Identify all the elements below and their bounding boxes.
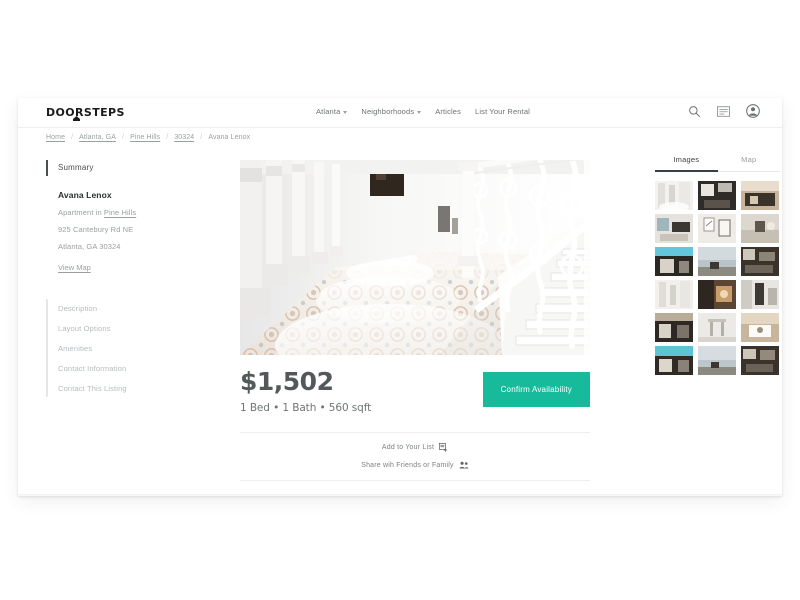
- nav-item-list-your-rental[interactable]: List Your Rental: [475, 107, 530, 116]
- listing-title: Avana Lenox: [58, 190, 112, 200]
- account-icon[interactable]: [746, 104, 760, 118]
- sidebar-item-amenities[interactable]: Amenities: [58, 339, 216, 359]
- breadcrumb-item-home[interactable]: Home: [46, 134, 65, 141]
- summary-section: Summary Avana Lenox Apartment in Pine Hi…: [46, 160, 216, 275]
- apartment-neighborhood-line: Apartment in Pine Hills: [58, 208, 216, 217]
- nav-label: List Your Rental: [475, 107, 530, 116]
- sidebar-item-summary[interactable]: Summary: [58, 160, 216, 176]
- add-to-list-link[interactable]: Add to Your List: [382, 443, 448, 452]
- chevron-down-icon: [343, 111, 348, 114]
- breadcrumb-separator: /: [166, 134, 169, 141]
- breadcrumb-item-atlanta-ga[interactable]: Atlanta, GA: [79, 134, 116, 141]
- hero-image[interactable]: [240, 160, 590, 355]
- main-navigation: Atlanta Neighborhoods Articles List Your…: [316, 107, 530, 116]
- thumbnail-item[interactable]: [655, 247, 693, 276]
- thumbnail-item[interactable]: [655, 181, 693, 210]
- thumbnail-item[interactable]: [741, 313, 779, 342]
- listing-main-column: $1,502 1 Bed • 1 Bath • 560 sqft Confirm…: [240, 160, 590, 481]
- sidebar-item-contact-this-listing[interactable]: Contact This Listing: [58, 379, 216, 399]
- people-share-icon: [459, 461, 469, 469]
- thumbnail-item[interactable]: [655, 280, 693, 309]
- price-and-cta-row: $1,502 1 Bed • 1 Bath • 560 sqft Confirm…: [240, 369, 590, 414]
- city-state-zip: Atlanta, GA 30324: [58, 242, 121, 251]
- thumbnail-grid: [655, 181, 782, 375]
- nav-label: Atlanta: [316, 107, 341, 116]
- site-header: DOORSTEPS Atlanta Neighborhoods Articles…: [18, 98, 782, 128]
- nav-label: Articles: [435, 107, 462, 116]
- thumbnail-item[interactable]: [698, 280, 736, 309]
- thumbnail-item[interactable]: [741, 214, 779, 243]
- listing-specs: 1 Bed • 1 Bath • 560 sqft: [240, 402, 372, 414]
- breadcrumb-item-current: Avana Lenox: [208, 134, 251, 141]
- thumbnail-item[interactable]: [698, 346, 736, 375]
- thumbnail-item[interactable]: [698, 313, 736, 342]
- listing-actions: Add to Your List Share wih Friends or Fa…: [240, 432, 590, 481]
- apartment-prefix: Apartment in: [58, 208, 104, 217]
- listing-price: $1,502: [240, 367, 334, 396]
- listing-page-card: DOORSTEPS Atlanta Neighborhoods Articles…: [18, 98, 782, 496]
- sidebar-item-layout-options[interactable]: Layout Options: [58, 319, 216, 339]
- add-to-list-label: Add to Your List: [381, 444, 435, 451]
- thumbnail-item[interactable]: [655, 313, 693, 342]
- street-address: 925 Cantebury Rd NE: [58, 225, 134, 234]
- sidebar-item-contact-information[interactable]: Contact Information: [58, 359, 216, 379]
- search-icon[interactable]: [688, 105, 701, 118]
- listing-sidebar: Summary Avana Lenox Apartment in Pine Hi…: [46, 160, 216, 399]
- chevron-down-icon: [417, 111, 422, 114]
- thumbnail-item[interactable]: [698, 181, 736, 210]
- thumbnail-item[interactable]: [655, 346, 693, 375]
- nav-item-articles[interactable]: Articles: [435, 107, 461, 116]
- page-card-bottom-shadow: [18, 494, 782, 497]
- tab-map[interactable]: Map: [718, 155, 781, 172]
- section-nav-rail: [46, 299, 48, 397]
- list-icon[interactable]: [717, 105, 730, 117]
- nav-label: Neighborhoods: [361, 107, 415, 116]
- section-navigation: Description Layout Options Amenities Con…: [46, 299, 216, 399]
- neighborhood-link[interactable]: Pine Hills: [104, 208, 136, 217]
- nav-item-neighborhoods[interactable]: Neighborhoods: [361, 107, 422, 116]
- share-label: Share wih Friends or Family: [361, 462, 454, 469]
- add-to-list-icon: [439, 443, 448, 452]
- breadcrumb: Home / Atlanta, GA / Pine Hills / 30324 …: [46, 134, 250, 141]
- confirm-availability-button[interactable]: Confirm Availability: [482, 372, 590, 407]
- active-section-rail: [46, 160, 48, 176]
- thumbnail-item[interactable]: [741, 247, 779, 276]
- thumbnail-item[interactable]: [741, 280, 779, 309]
- site-logo[interactable]: DOORSTEPS: [46, 106, 125, 121]
- thumbnail-item[interactable]: [655, 214, 693, 243]
- breadcrumb-separator: /: [71, 134, 74, 141]
- share-link[interactable]: Share wih Friends or Family: [361, 461, 469, 470]
- tab-images[interactable]: Images: [655, 155, 718, 172]
- thumbnail-item[interactable]: [741, 346, 779, 375]
- nav-item-atlanta[interactable]: Atlanta: [316, 107, 348, 116]
- thumbnail-item[interactable]: [741, 181, 779, 210]
- site-logo-text: DOORSTEPS: [46, 106, 125, 119]
- breadcrumb-item-zip[interactable]: 30324: [174, 134, 194, 141]
- thumbnail-item[interactable]: [698, 247, 736, 276]
- gallery-tabs: Images Map: [655, 155, 780, 172]
- media-gallery: Images Map: [655, 155, 782, 375]
- breadcrumb-separator: /: [122, 134, 125, 141]
- header-icon-group: [688, 104, 760, 118]
- thumbnail-item[interactable]: [698, 214, 736, 243]
- price-block: $1,502 1 Bed • 1 Bath • 560 sqft: [240, 369, 371, 414]
- breadcrumb-separator: /: [200, 134, 203, 141]
- sidebar-item-description[interactable]: Description: [58, 299, 216, 319]
- breadcrumb-item-pine-hills[interactable]: Pine Hills: [130, 134, 160, 141]
- view-map-link[interactable]: View Map: [58, 263, 91, 272]
- page-content: Summary Avana Lenox Apartment in Pine Hi…: [18, 150, 782, 496]
